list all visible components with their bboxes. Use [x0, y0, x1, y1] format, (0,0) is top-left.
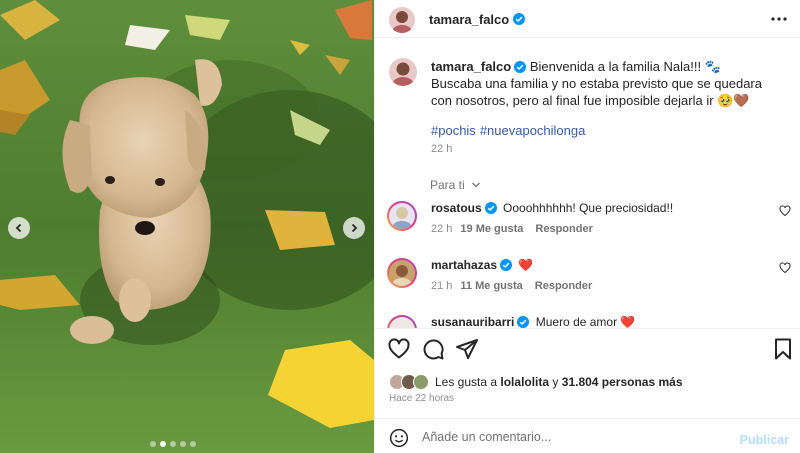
liker-avatar: [413, 374, 429, 390]
more-options-icon[interactable]: [771, 12, 787, 26]
author-username-header[interactable]: tamara_falco: [429, 12, 509, 27]
comment-time: 22 h: [431, 223, 453, 235]
comment-text: Muero de amor ❤️: [535, 315, 636, 328]
caption-username[interactable]: tamara_falco: [431, 59, 511, 74]
hashtag-link[interactable]: #nuevapochilonga: [480, 123, 586, 138]
comment-input[interactable]: [422, 427, 722, 447]
comment-time: 21 h: [431, 280, 453, 292]
comment-sort-label: Para ti: [430, 178, 465, 192]
carousel-prev-button[interactable]: [8, 217, 30, 239]
commenter-username[interactable]: martahazas: [431, 258, 497, 272]
caption-avatar[interactable]: [389, 58, 417, 86]
save-bookmark-icon[interactable]: [771, 337, 795, 361]
comment-text: ❤️: [518, 258, 534, 272]
likes-count[interactable]: 31.804 personas más: [562, 375, 683, 389]
commenter-avatar[interactable]: [387, 258, 417, 288]
add-comment-bar: Publicar: [375, 418, 800, 453]
verified-badge-icon: [517, 316, 530, 328]
post-details-panel: tamara_falco tamara_falco Bienvenida a l…: [374, 0, 800, 453]
post-action-bar: [375, 328, 800, 368]
caption-timestamp: 22 h: [431, 143, 453, 155]
carousel-dot: [180, 441, 186, 447]
post-media[interactable]: [0, 0, 374, 453]
commenter-avatar[interactable]: [387, 201, 417, 231]
post-timestamp[interactable]: Hace 22 horas: [389, 393, 454, 404]
chevron-left-icon: [15, 223, 22, 233]
post-header: tamara_falco: [375, 0, 800, 38]
chevron-right-icon: [351, 223, 358, 233]
caption-hashtags: #pochis #nuevapochilonga: [431, 123, 589, 138]
carousel-dot-active: [160, 441, 166, 447]
caption-line1: Bienvenida a la familia Nala!!! 🐾: [529, 59, 721, 74]
comment-item: rosatous Oooohhhhhh! Que preciosidad!! 2…: [375, 201, 800, 255]
likes-connector: y: [552, 375, 559, 389]
carousel-dot: [150, 441, 156, 447]
liker-username[interactable]: lolalolita: [500, 375, 549, 389]
emoji-icon[interactable]: [389, 428, 409, 448]
verified-badge-icon: [514, 61, 527, 73]
chevron-down-icon: [472, 182, 480, 188]
likes-prefix: Les gusta a: [435, 375, 498, 389]
liker-avatars: [389, 374, 429, 390]
carousel-dot: [190, 441, 196, 447]
commenter-avatar[interactable]: [387, 315, 417, 328]
comment-item: martahazas ❤️ 21 h 11 Me gusta Responder: [375, 258, 800, 312]
commenter-username[interactable]: susanauribarri: [431, 315, 514, 328]
verified-badge-icon: [484, 202, 497, 214]
comment-like-count[interactable]: 11 Me gusta: [460, 280, 522, 292]
caption-body: Buscaba una familia y no estaba previsto…: [431, 76, 762, 108]
carousel-next-button[interactable]: [343, 217, 365, 239]
verified-badge-icon: [513, 13, 525, 25]
carousel-indicator: [150, 441, 196, 447]
reply-button[interactable]: Responder: [535, 223, 592, 235]
comment-like-count[interactable]: 19 Me gusta: [460, 223, 523, 235]
puppy-photo: [0, 0, 374, 453]
post-caption: tamara_falco Bienvenida a la familia Nal…: [431, 58, 781, 109]
commenter-username[interactable]: rosatous: [431, 201, 482, 215]
comment-sort-dropdown[interactable]: Para ti: [430, 178, 481, 192]
comments-list[interactable]: rosatous Oooohhhhhh! Que preciosidad!! 2…: [375, 195, 800, 328]
share-paper-plane-icon[interactable]: [455, 337, 479, 361]
reply-button[interactable]: Responder: [535, 280, 592, 292]
hashtag-link[interactable]: #pochis: [431, 123, 476, 138]
verified-badge-icon: [500, 259, 513, 271]
comment-item: susanauribarri Muero de amor ❤️: [375, 315, 800, 328]
carousel-dot: [170, 441, 176, 447]
comment-like-heart-icon[interactable]: [779, 262, 791, 274]
author-avatar[interactable]: [389, 7, 415, 33]
like-heart-icon[interactable]: [387, 337, 411, 361]
comment-bubble-icon[interactable]: [421, 337, 445, 361]
likes-summary[interactable]: Les gusta a lolalolita y 31.804 personas…: [389, 372, 683, 392]
publish-button[interactable]: Publicar: [740, 433, 789, 447]
comment-text: Oooohhhhhh! Que preciosidad!!: [503, 201, 674, 215]
comment-like-heart-icon[interactable]: [779, 205, 791, 217]
